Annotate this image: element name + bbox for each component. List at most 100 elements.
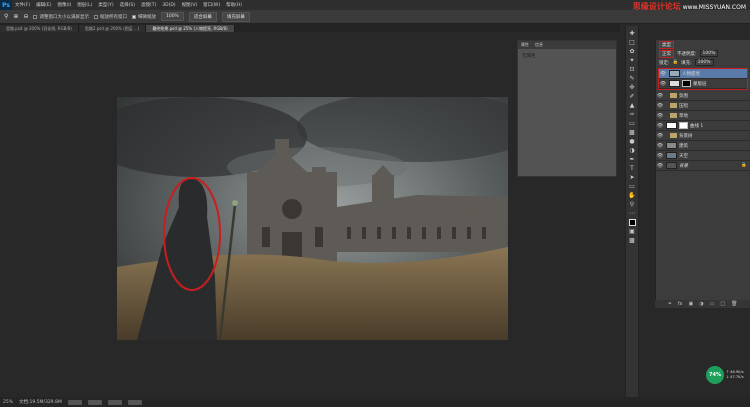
screen-mode-icon[interactable]: ▩ bbox=[628, 237, 637, 244]
eye-icon[interactable]: 👁 bbox=[656, 133, 664, 139]
opacity-input[interactable]: 100% bbox=[699, 50, 719, 57]
marquee-tool-icon[interactable]: □ bbox=[628, 39, 637, 46]
actual-pixels-button[interactable]: 100% bbox=[160, 12, 184, 21]
extra-tools-icon[interactable]: ⋯ bbox=[628, 210, 637, 217]
folder-icon bbox=[670, 103, 677, 108]
zoom-tool-panel-icon[interactable]: ⚲ bbox=[628, 201, 637, 208]
adjustment-icon[interactable]: ◑ bbox=[699, 301, 703, 307]
menu-layer[interactable]: 图层(L) bbox=[74, 2, 95, 8]
taskbar-item[interactable] bbox=[87, 399, 102, 405]
eye-icon[interactable]: 👁 bbox=[656, 123, 664, 129]
lock-icon: 🔒 bbox=[741, 163, 747, 168]
hand-tool-icon[interactable]: ✋ bbox=[628, 192, 637, 199]
menu-type[interactable]: 类型(Y) bbox=[95, 2, 116, 8]
doc-tab-3[interactable]: 最终效果.psd @ 25% (人物提亮, RGB/8) bbox=[146, 25, 235, 32]
eye-icon[interactable]: 👁 bbox=[656, 93, 664, 99]
layer-row[interactable]: 👁 建筑 bbox=[656, 141, 750, 151]
gradient-tool-icon[interactable]: ▩ bbox=[628, 129, 637, 136]
menu-view[interactable]: 视图(V) bbox=[179, 2, 201, 8]
layer-row[interactable]: 👁 人物提亮 bbox=[659, 69, 747, 79]
zoom-all-checkbox[interactable]: 缩放所有窗口 bbox=[93, 14, 127, 20]
download-speed: ↓ 47.7K/s bbox=[726, 375, 744, 379]
brush-tool-icon[interactable]: ✐ bbox=[628, 93, 637, 100]
resize-windows-checkbox[interactable]: 调整窗口大小以满屏显示 bbox=[33, 14, 89, 20]
eye-icon[interactable]: 👁 bbox=[659, 71, 667, 77]
path-select-tool-icon[interactable]: ➤ bbox=[628, 174, 637, 181]
zoom-in-icon[interactable]: ⊕ bbox=[13, 13, 18, 20]
quick-mask-icon[interactable]: ▣ bbox=[628, 228, 637, 235]
fill-input[interactable]: 100% bbox=[694, 59, 714, 66]
blend-mode-select[interactable]: 正常 bbox=[659, 49, 674, 58]
eye-icon[interactable]: 👁 bbox=[656, 103, 664, 109]
layer-row[interactable]: 👁 压暗 bbox=[656, 101, 750, 111]
fx-icon[interactable]: fx bbox=[678, 301, 683, 307]
layer-row[interactable]: 👁 背景树 bbox=[656, 131, 750, 141]
menu-image[interactable]: 图像(I) bbox=[54, 2, 74, 8]
document-canvas[interactable] bbox=[117, 97, 508, 340]
layer-row[interactable]: 👁 草地 bbox=[656, 111, 750, 121]
layer-row[interactable]: 👁 蒙版层 bbox=[659, 79, 747, 89]
menu-select[interactable]: 选择(S) bbox=[117, 2, 138, 8]
folder-icon bbox=[670, 93, 677, 98]
add-mask-icon[interactable]: ▣ bbox=[689, 301, 694, 307]
scrubby-zoom-checkbox[interactable]: 细微缩放 bbox=[131, 14, 156, 20]
new-layer-icon[interactable]: □ bbox=[720, 301, 725, 307]
lock-label: 锁定: bbox=[659, 60, 670, 66]
tab-info[interactable]: 信息 bbox=[535, 42, 543, 48]
eye-icon[interactable]: 👁 bbox=[656, 153, 664, 159]
pen-tool-icon[interactable]: ✒ bbox=[628, 156, 637, 163]
fit-screen-button[interactable]: 适合屏幕 bbox=[188, 11, 217, 22]
eye-icon[interactable]: 👁 bbox=[656, 163, 664, 169]
taskbar-item[interactable] bbox=[127, 399, 142, 405]
move-tool-icon[interactable]: ✚ bbox=[628, 30, 637, 37]
menu-window[interactable]: 窗口(W) bbox=[200, 2, 223, 8]
menu-3d[interactable]: 3D(D) bbox=[159, 3, 178, 8]
healing-tool-icon[interactable]: ✜ bbox=[628, 84, 637, 91]
taskbar-item[interactable] bbox=[107, 399, 122, 405]
stamp-tool-icon[interactable]: ▲ bbox=[628, 102, 637, 109]
network-speed-widget: 74% ↑ 46.9K/s ↓ 47.7K/s bbox=[706, 364, 746, 386]
zoom-level[interactable]: 25% bbox=[3, 400, 13, 405]
quick-select-tool-icon[interactable]: ✦ bbox=[628, 57, 637, 64]
fill-screen-button[interactable]: 填充屏幕 bbox=[221, 11, 250, 22]
layer-thumbnail bbox=[666, 162, 677, 169]
eye-icon[interactable]: 👁 bbox=[659, 81, 667, 87]
foreground-color-swatch[interactable] bbox=[628, 219, 636, 226]
lasso-tool-icon[interactable]: ✿ bbox=[628, 48, 637, 55]
doc-tab-2[interactable]: 思路2.psd @ 200% (图层 ...) bbox=[78, 25, 147, 32]
zoom-tool-icon[interactable]: ⚲ bbox=[4, 13, 8, 20]
new-group-icon[interactable]: ▭ bbox=[710, 301, 715, 307]
link-icon[interactable]: ⚭ bbox=[668, 301, 672, 307]
eye-icon[interactable]: 👁 bbox=[656, 143, 664, 149]
layer-row[interactable]: 👁 曲线 1 bbox=[656, 121, 750, 131]
dodge-tool-icon[interactable]: ◑ bbox=[628, 147, 637, 154]
eye-icon[interactable]: 👁 bbox=[656, 113, 664, 119]
properties-panel: 属性 信息 无属性 bbox=[517, 40, 617, 177]
layer-name: 天空 bbox=[679, 153, 688, 159]
eraser-tool-icon[interactable]: ▭ bbox=[628, 120, 637, 127]
zoom-out-icon[interactable]: ⊖ bbox=[23, 13, 28, 20]
layer-row[interactable]: 👁 背景 🔒 bbox=[656, 161, 750, 171]
history-brush-tool-icon[interactable]: ✑ bbox=[628, 111, 637, 118]
crop-tool-icon[interactable]: ⊡ bbox=[628, 66, 637, 73]
layer-row[interactable]: 👁 天空 bbox=[656, 151, 750, 161]
menu-edit[interactable]: 编辑(E) bbox=[33, 2, 54, 8]
menu-filter[interactable]: 滤镜(T) bbox=[138, 2, 159, 8]
layer-row[interactable]: 👁 氛围 bbox=[656, 91, 750, 101]
layer-name: 背景树 bbox=[679, 133, 693, 139]
type-tool-icon[interactable]: T bbox=[628, 165, 637, 172]
trash-icon[interactable]: 🗑 bbox=[731, 301, 737, 307]
layer-kind-select[interactable]: 类型 bbox=[659, 40, 674, 49]
photoshop-logo: Ps bbox=[0, 0, 12, 10]
lock-icon[interactable]: 🔒 bbox=[673, 60, 679, 65]
layer-name: 蒙版层 bbox=[693, 81, 707, 87]
menu-help[interactable]: 帮助(H) bbox=[223, 2, 245, 8]
taskbar-item[interactable] bbox=[67, 399, 82, 405]
eyedropper-tool-icon[interactable]: ✎ bbox=[628, 75, 637, 82]
layer-thumbnail bbox=[669, 80, 680, 87]
blur-tool-icon[interactable]: ● bbox=[628, 138, 637, 145]
tab-properties[interactable]: 属性 bbox=[521, 42, 529, 48]
doc-tab-1[interactable]: 思路.psd @ 200% (羽化线, RGB/8) bbox=[0, 25, 79, 32]
menu-file[interactable]: 文件(F) bbox=[12, 2, 33, 8]
shape-tool-icon[interactable]: ▭ bbox=[628, 183, 637, 190]
